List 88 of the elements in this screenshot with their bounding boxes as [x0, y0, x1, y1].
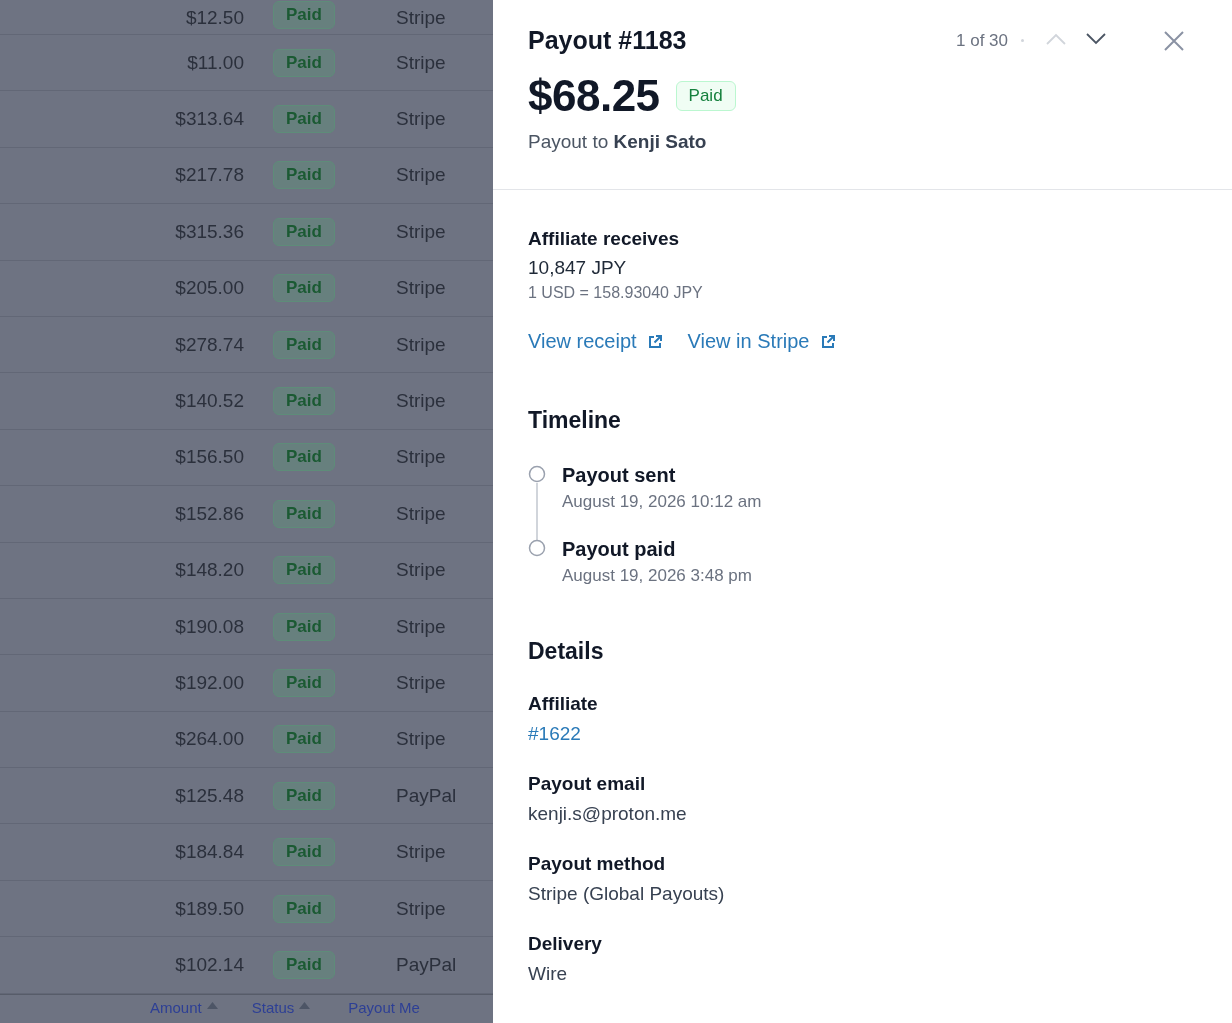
status-badge: Paid — [675, 81, 736, 111]
method-cell-text: Stripe — [395, 7, 446, 29]
amount-cell-text: $189.50 — [174, 897, 244, 920]
method-cell-text: PayPal — [395, 784, 457, 807]
amount-cell-text: $192.00 — [174, 672, 244, 694]
status-badge: Paid — [273, 838, 335, 867]
chevron-down-icon — [1086, 33, 1106, 45]
amount-cell-text: $313.64 — [174, 108, 244, 131]
sort-icon[interactable] — [299, 1002, 311, 1010]
method-cell-text: Stripe — [395, 502, 446, 525]
status-badge: Paid — [273, 330, 335, 359]
status-badge: Paid — [273, 950, 335, 979]
status-badge: Paid — [273, 894, 335, 923]
method-cell-text: Stripe — [395, 446, 446, 469]
field-value: Wire — [528, 963, 569, 985]
status-badge: Paid — [273, 48, 335, 77]
method-cell-text: Stripe — [395, 164, 446, 187]
separator-dot — [1021, 39, 1024, 42]
method-cell-text: Stripe — [395, 390, 446, 413]
event-time: August 19, 2026 10:12 am — [562, 492, 762, 512]
status-badge: Paid — [273, 612, 335, 641]
received-amount: 10,847 JPY — [528, 257, 628, 279]
amount-cell-text: $184.84 — [174, 841, 244, 864]
external-link[interactable]: View in Stripe — [687, 330, 835, 353]
section-heading: Affiliate receives — [528, 228, 681, 250]
method-cell-text: Stripe — [395, 108, 446, 131]
panel-title: Payout #1183 — [528, 26, 687, 55]
status-badge: Paid — [273, 781, 335, 810]
field-label: Affiliate — [528, 693, 599, 715]
event-time: August 19, 2026 3:48 pm — [562, 566, 752, 586]
method-cell-text: Stripe — [395, 841, 446, 864]
status-badge: Paid — [273, 387, 335, 416]
status-badge: Paid — [273, 105, 335, 134]
method-cell-text: Stripe — [395, 277, 446, 300]
external-link-icon — [820, 334, 835, 349]
amount-cell-text: $278.74 — [174, 333, 244, 356]
method-cell-text: Stripe — [395, 559, 446, 582]
section-heading: Details — [528, 638, 605, 665]
amount-cell-text: $12.50 — [184, 7, 244, 29]
amount-cell-text: $152.86 — [174, 502, 244, 525]
recipient-text: Payout to Kenji Sato — [528, 131, 708, 153]
amount-cell-text: $190.08 — [174, 615, 244, 638]
timeline-circle-icon — [528, 465, 546, 483]
field-label: Payout email — [528, 773, 647, 795]
method-cell-text: Stripe — [395, 897, 446, 920]
status-badge: Paid — [273, 725, 335, 754]
external-link-icon — [647, 334, 662, 349]
payout-amount: $68.25 — [528, 71, 660, 121]
status-badge: Paid — [273, 161, 335, 190]
method-cell-text: Stripe — [395, 333, 446, 356]
field-label: Delivery — [528, 933, 603, 955]
close-button[interactable] — [1164, 30, 1184, 51]
amount-cell-text: $264.00 — [174, 728, 244, 751]
status-badge: Paid — [273, 556, 335, 585]
sort-icon[interactable] — [206, 1002, 218, 1010]
amount-cell-text: $102.14 — [174, 953, 244, 976]
affiliate-link[interactable]: #1622 — [528, 723, 581, 745]
method-cell-text: Stripe — [395, 220, 446, 243]
method-cell-text: PayPal — [395, 953, 457, 976]
amount-cell-text: $125.48 — [174, 784, 244, 807]
amount-cell-text: $217.78 — [174, 164, 244, 187]
amount-cell-text: $205.00 — [174, 277, 244, 300]
position-counter: 1 of 30 — [956, 30, 1008, 51]
method-cell-text: Stripe — [395, 672, 446, 694]
amount-cell-text: $156.50 — [174, 446, 244, 469]
status-badge: Paid — [273, 1, 335, 29]
field-value: kenji.s@proton.me — [528, 803, 688, 825]
event-title: Payout paid — [562, 538, 677, 561]
status-badge: Paid — [273, 274, 335, 303]
exchange-rate: 1 USD = 158.93040 JPY — [528, 284, 704, 302]
status-badge: Paid — [273, 443, 335, 472]
status-badge: Paid — [273, 217, 335, 246]
amount-cell-text: $140.52 — [174, 390, 244, 413]
amount-cell-text: $11.00 — [186, 51, 244, 74]
field-label: Payout method — [528, 853, 667, 875]
amount-cell-text: $315.36 — [174, 220, 244, 243]
event-title: Payout sent — [562, 464, 677, 487]
status-badge: Paid — [273, 499, 335, 528]
amount-cell-text: $148.20 — [174, 559, 244, 582]
method-cell-text: Stripe — [395, 615, 446, 638]
method-cell-text: Stripe — [395, 51, 446, 74]
external-link[interactable]: View receipt — [528, 330, 662, 353]
status-badge: Paid — [273, 669, 335, 697]
timeline-circle-icon — [528, 539, 546, 557]
field-value: Stripe (Global Payouts) — [528, 883, 726, 905]
method-cell-text: Stripe — [395, 728, 446, 751]
chevron-up-icon — [1046, 33, 1066, 45]
section-heading: Timeline — [528, 407, 622, 434]
